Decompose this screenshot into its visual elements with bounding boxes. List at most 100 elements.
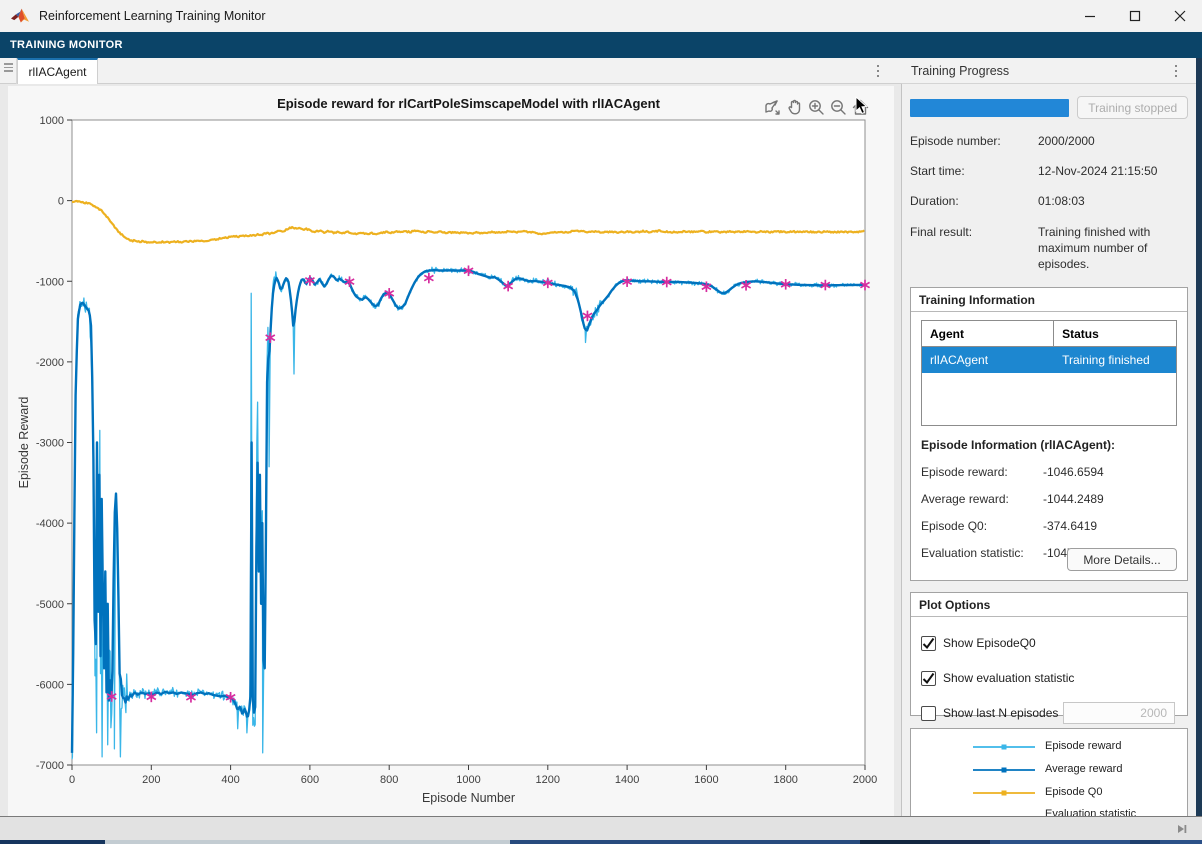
show-episodeq0-label: Show EpisodeQ0 [943,636,1036,650]
svg-text:1000: 1000 [456,774,480,786]
training-plot: 0200400600800100012001400160018002000-70… [8,86,894,816]
average-reward-value: -1044.2489 [1043,492,1104,506]
plot-options-title: Plot Options [911,593,1187,617]
svg-text:-6000: -6000 [36,679,64,691]
svg-text:-2000: -2000 [36,357,64,369]
ribbon-bar: TRAINING MONITOR [0,32,1202,58]
svg-text:-3000: -3000 [36,438,64,450]
pan-button[interactable] [785,98,804,117]
legend-label: Average reward [1045,763,1122,777]
axes-toolbar [763,98,870,117]
episode-q0-label: Episode Q0: [921,519,1043,533]
minimize-button[interactable] [1067,0,1112,32]
zoom-in-button[interactable] [807,98,826,117]
show-last-n-episodes-label: Show last N episodes [943,706,1058,720]
start-time-value: 12-Nov-2024 21:15:50 [1038,163,1188,179]
tab-rliacagent[interactable]: rlIACAgent [17,58,98,84]
agent-cell: rlIACAgent [922,347,1054,373]
episode-number-label: Episode number: [910,133,1038,149]
training-information-title: Training Information [911,288,1187,312]
tab-overflow-handle[interactable] [0,58,17,84]
show-evaluation-statistic-checkbox[interactable] [921,671,936,686]
duration-value: 01:08:03 [1038,193,1188,209]
figure-area: 0200400600800100012001400160018002000-70… [8,86,894,816]
svg-text:2000: 2000 [853,774,877,786]
start-time-label: Start time: [910,163,1038,179]
svg-text:-1000: -1000 [36,276,64,288]
status-column-header: Status [1054,321,1176,346]
training-stopped-button[interactable]: Training stopped [1077,96,1188,119]
kebab-icon [877,65,880,78]
mouse-cursor [855,96,869,116]
legend-label: Episode reward [1045,740,1121,754]
legend-item: Episode Q0 [973,785,1187,801]
svg-text:1800: 1800 [773,774,797,786]
tab-label: rlIACAgent [28,65,86,79]
zoom-out-icon [829,98,848,117]
legend-line-icon [973,762,1035,778]
show-episodeq0-row: Show EpisodeQ0 [921,632,1177,654]
legend-item: Average reward [973,762,1187,778]
svg-text:1200: 1200 [536,774,560,786]
plot-options-card: Plot Options Show EpisodeQ0 Show evaluat… [910,592,1188,716]
document-area: rlIACAgent [0,58,902,816]
episode-number-row: Episode number: 2000/2000 [910,133,1188,149]
evaluation-statistic-label: Evaluation statistic: [921,546,1043,560]
svg-text:-7000: -7000 [36,760,64,772]
average-reward-label: Average reward: [921,492,1043,506]
last-n-episodes-input[interactable] [1063,702,1175,724]
legend-label: Episode Q0 [1045,786,1102,800]
legend-item: Episode reward [973,739,1187,755]
duration-row: Duration: 01:08:03 [910,193,1188,209]
average-reward-row: Average reward: -1044.2489 [921,492,1177,506]
start-time-row: Start time: 12-Nov-2024 21:15:50 [910,163,1188,179]
legend-line-icon [973,739,1035,755]
maximize-button[interactable] [1112,0,1157,32]
table-header-row: Agent Status [922,321,1176,347]
show-last-n-episodes-row: Show last N episodes [921,702,1177,724]
window-titlebar: Reinforcement Learning Training Monitor [0,0,1202,32]
svg-text:Episode Number: Episode Number [422,791,515,805]
svg-text:-4000: -4000 [36,518,64,530]
ribbon-tab-training-monitor[interactable]: TRAINING MONITOR [0,39,133,51]
svg-text:Episode Reward: Episode Reward [17,397,31,489]
status-cell: Training finished [1054,347,1176,373]
panel-header: Training Progress [902,58,1196,84]
window-title: Reinforcement Learning Training Monitor [39,9,266,23]
svg-text:1000: 1000 [40,115,64,127]
app-window: Reinforcement Learning Training Monitor … [0,0,1202,844]
expand-panel-button[interactable] [1174,821,1190,837]
zoom-out-button[interactable] [829,98,848,117]
panel-title: Training Progress [911,64,1009,78]
more-details-button[interactable]: More Details... [1067,548,1177,571]
training-progress-bar [910,99,1069,117]
svg-text:600: 600 [301,774,319,786]
duration-label: Duration: [910,193,1038,209]
episode-information-title: Episode Information (rlIACAgent): [921,438,1177,452]
matlab-logo-icon [10,7,30,25]
episode-reward-row: Episode reward: -1046.6594 [921,465,1177,479]
export-button[interactable] [763,98,782,117]
svg-text:200: 200 [142,774,160,786]
svg-text:1400: 1400 [615,774,639,786]
training-progress-panel: Training Progress Training stopped Episo… [902,58,1196,816]
episode-reward-value: -1046.6594 [1043,465,1104,479]
kebab-icon [1175,65,1178,78]
final-result-row: Final result: Training finished with max… [910,224,1188,273]
progress-bar-fill [910,99,1069,117]
show-episodeq0-checkbox[interactable] [921,636,936,651]
panel-menu-button[interactable] [1166,61,1186,81]
taskbar-sliver [0,840,1202,844]
document-tabstrip: rlIACAgent [0,58,902,84]
show-last-n-episodes-checkbox[interactable] [921,706,936,721]
tabstrip-menu-button[interactable] [868,61,888,81]
svg-text:-5000: -5000 [36,599,64,611]
collapsed-panel-edge [1196,58,1202,844]
close-button[interactable] [1157,0,1202,32]
table-row[interactable]: rlIACAgent Training finished [922,347,1176,373]
episode-number-value: 2000/2000 [1038,133,1188,149]
skip-to-end-icon [1176,823,1188,835]
pan-hand-icon [785,98,804,117]
svg-text:0: 0 [58,196,64,208]
svg-text:800: 800 [380,774,398,786]
